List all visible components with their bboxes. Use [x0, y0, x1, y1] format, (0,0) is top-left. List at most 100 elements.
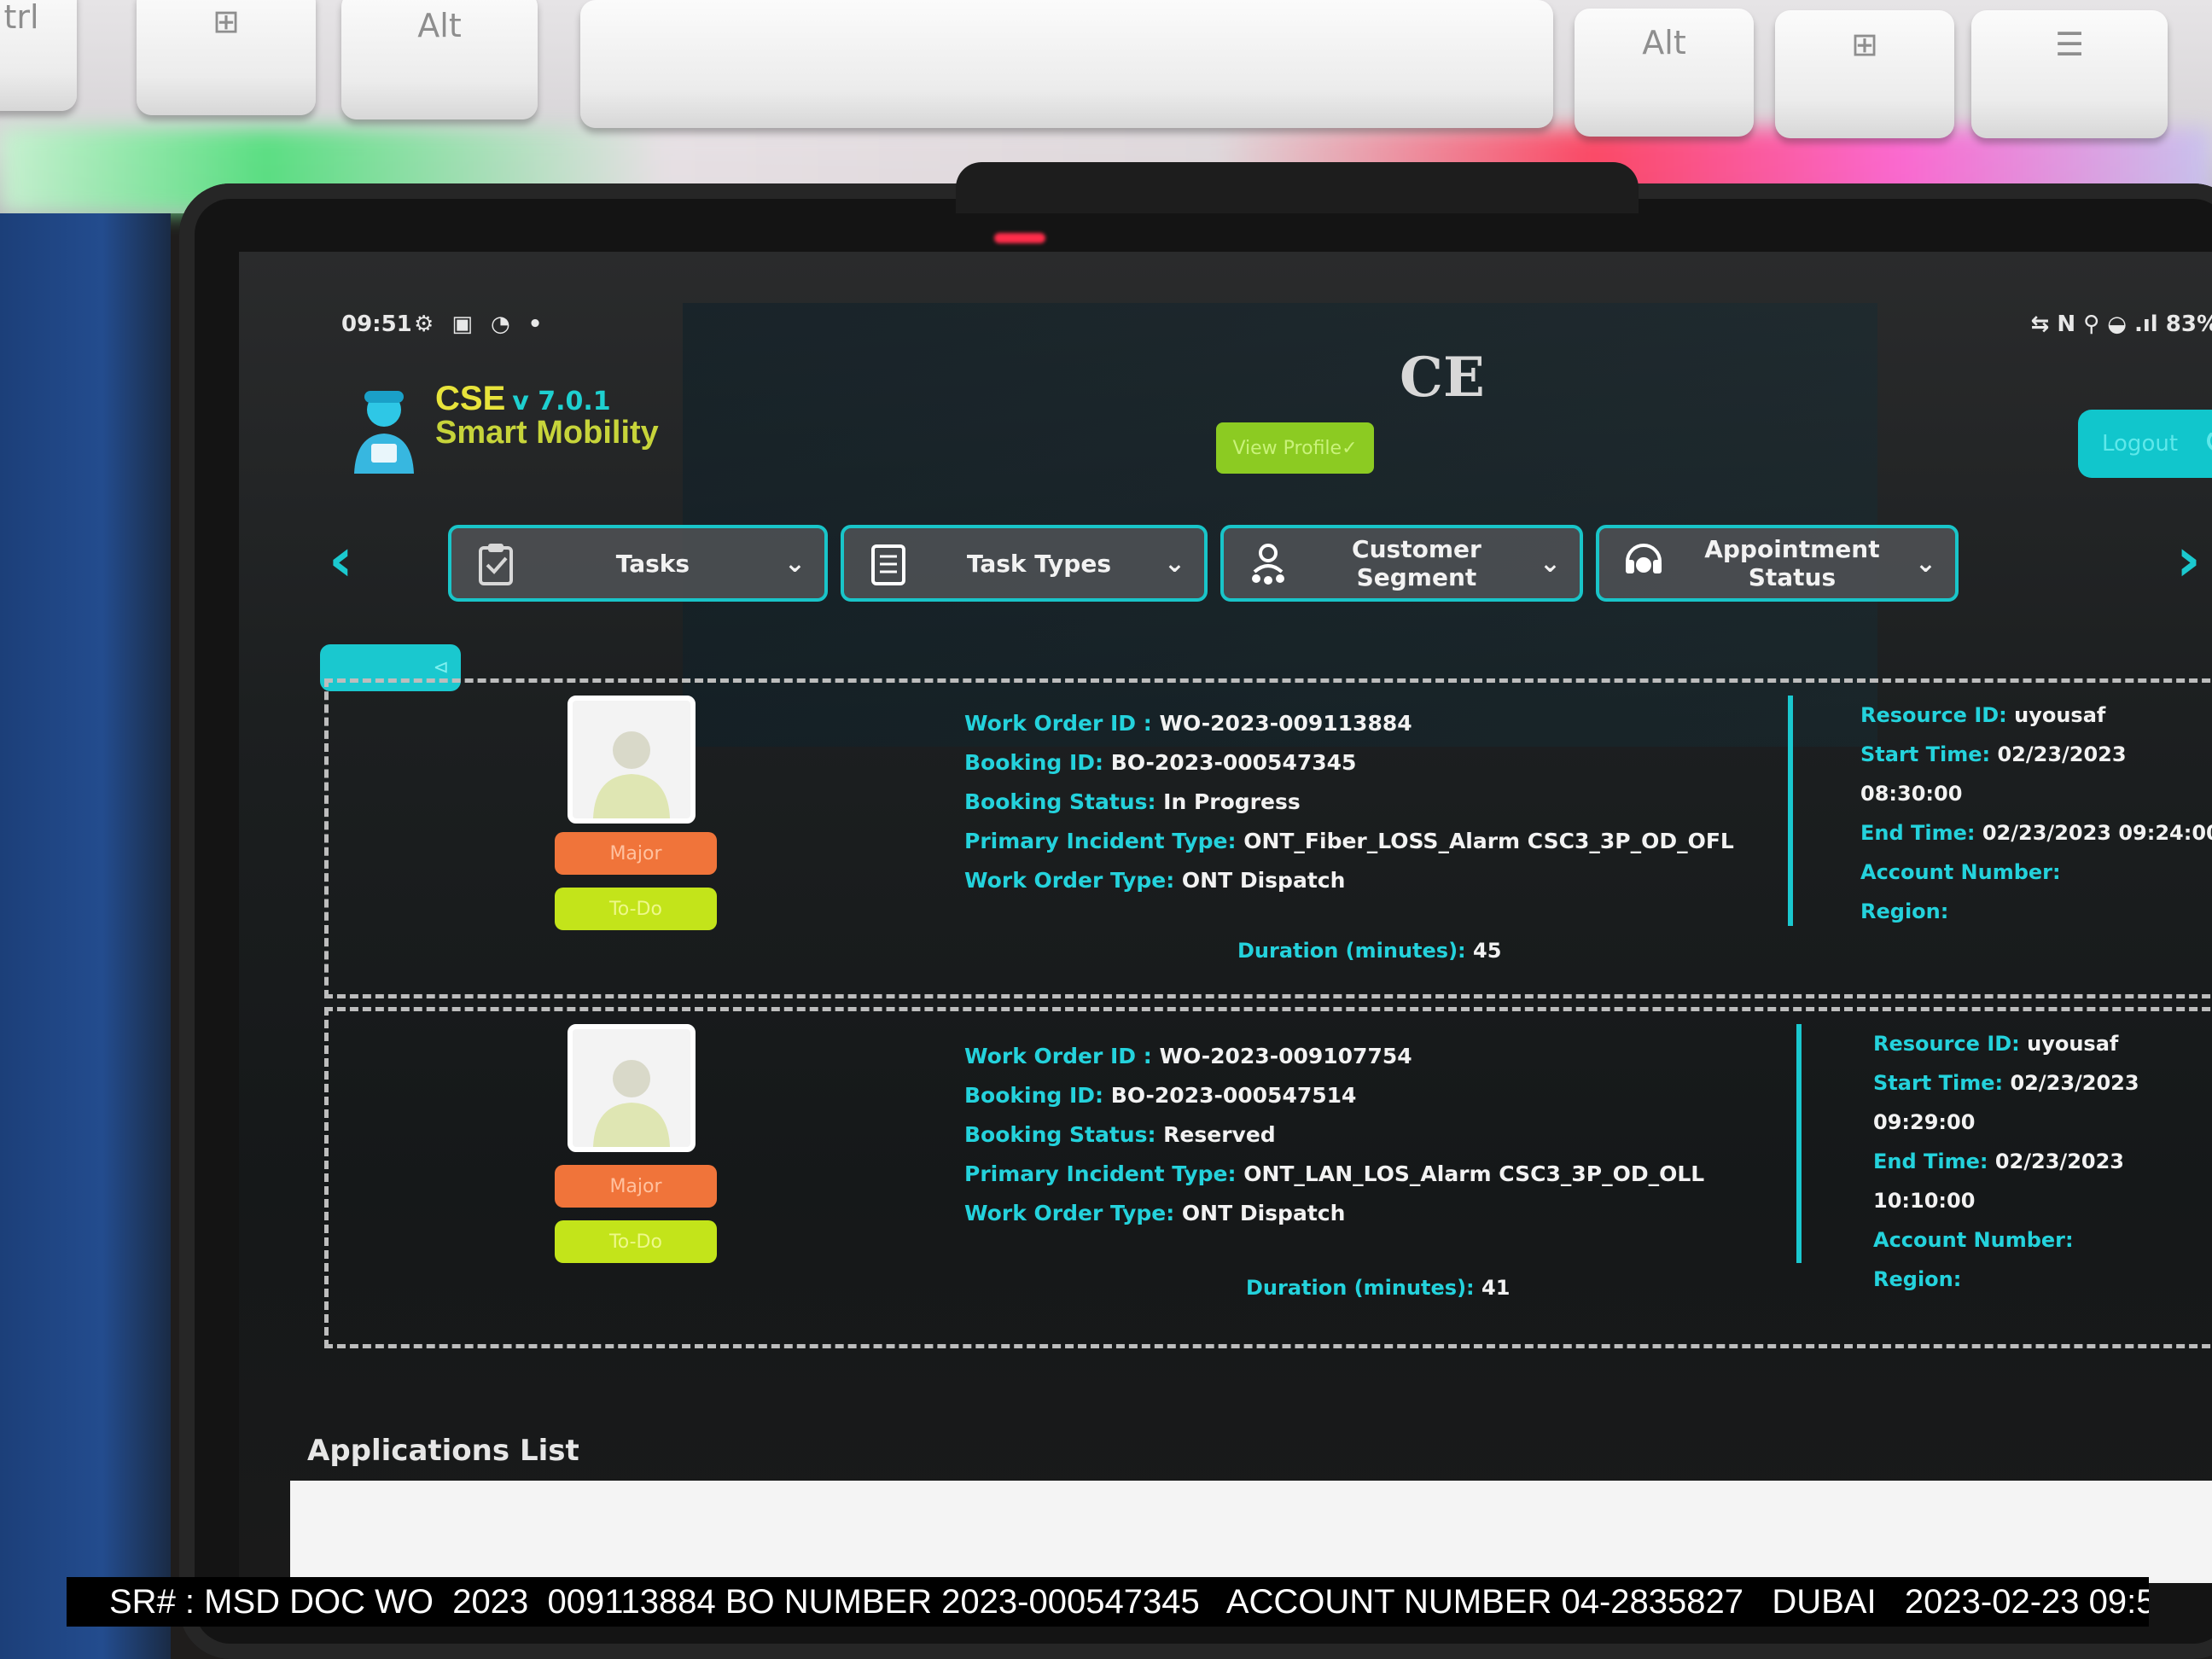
- work-order-id-row: Work Order ID : WO-2023-009107754: [964, 1037, 1704, 1076]
- status-notification-icons: ⚙ ▣ ◔ •: [414, 311, 548, 337]
- view-profile-button[interactable]: View Profile✓: [1216, 422, 1374, 474]
- work-order-type-row: Work Order Type: ONT Dispatch: [964, 861, 1734, 900]
- field-label: Start Time:: [1860, 742, 1998, 766]
- booking-status-value: In Progress: [1163, 789, 1301, 814]
- filter-label: Tasks: [615, 549, 690, 578]
- keyboard-key-alt-right: Alt: [1575, 9, 1754, 137]
- field-label: Duration (minutes):: [1237, 939, 1473, 963]
- duration-value: 41: [1481, 1276, 1511, 1300]
- keyboard-key-ctrl: trl: [0, 0, 77, 111]
- filter-appointment-status-dropdown[interactable]: Appointment Status ⌄: [1596, 525, 1959, 602]
- field-label: End Time:: [1860, 821, 1982, 845]
- keyboard-key-menu: ☰: [1971, 10, 2168, 138]
- work-order-type-row: Work Order Type: ONT Dispatch: [964, 1194, 1704, 1233]
- filter-label: Task Types: [966, 549, 1111, 578]
- filter-label: Appointment Status: [1704, 535, 1880, 591]
- users-icon: [1243, 538, 1294, 589]
- field-label: Booking ID:: [964, 750, 1111, 775]
- incident-type-row: Primary Incident Type: ONT_Fiber_LOSS_Al…: [964, 822, 1734, 861]
- work-order-id-row: Work Order ID : WO-2023-009113884: [964, 704, 1734, 743]
- field-label: Region:: [1873, 1267, 1962, 1291]
- booking-id-row: Booking ID: BO-2023-000547514: [964, 1076, 1704, 1115]
- end-time-row: End Time: 02/23/2023 10:10:00: [1873, 1142, 2212, 1220]
- field-label: Work Order Type:: [964, 868, 1182, 893]
- key-label: trl: [3, 0, 39, 36]
- field-label: End Time:: [1873, 1150, 1995, 1173]
- nav-next-arrow-icon[interactable]: ›: [2176, 525, 2201, 595]
- keyboard-key-alt-left: Alt: [341, 0, 538, 119]
- work-order-card[interactable]: Major To-Do Work Order ID : WO-2023-0091…: [324, 1007, 2212, 1348]
- start-time-row: Start Time: 02/23/2023 08:30:00: [1860, 735, 2212, 813]
- priority-badge: Major: [555, 1165, 717, 1208]
- keyboard-key-win-left: ⊞: [137, 0, 316, 115]
- clipboard-icon: [470, 538, 521, 589]
- work-order-type-value: ONT Dispatch: [1181, 1201, 1346, 1225]
- end-time-value: 02/23/2023 09:24:00: [1982, 821, 2212, 845]
- field-label: Booking Status:: [964, 789, 1164, 814]
- incident-type-row: Primary Incident Type: ONT_LAN_LOS_Alarm…: [964, 1155, 1704, 1194]
- field-label: Booking ID:: [964, 1083, 1111, 1108]
- field-label: Start Time:: [1873, 1071, 2011, 1095]
- tablet-screen: 09:51 ⚙ ▣ ◔ • ⇆ N ⚲ ◒ .ıl 83% CE CSE v 7.…: [239, 252, 2212, 1583]
- field-label: Work Order Type:: [964, 1201, 1182, 1225]
- work-order-id-value: WO-2023-009113884: [1159, 711, 1412, 736]
- booking-status-row: Booking Status: Reserved: [964, 1115, 1704, 1155]
- applications-list-heading: Applications List: [307, 1434, 579, 1468]
- incident-type-value: ONT_LAN_LOS_Alarm CSC3_3P_OD_OLL: [1243, 1161, 1705, 1186]
- keyboard-spacebar: [580, 0, 1553, 128]
- resource-details: Resource ID: uyousaf Start Time: 02/23/2…: [1873, 1024, 2212, 1299]
- photo-caption-overlay: SR# : MSD DOC WO 2023 009113884 BO NUMBE…: [67, 1577, 2149, 1627]
- resource-id-row: Resource ID: uyousaf: [1860, 696, 2212, 735]
- app-subtitle: Smart Mobility: [435, 415, 659, 451]
- duration: Duration (minutes): 45: [1237, 939, 1501, 963]
- booking-id-value: BO-2023-000547514: [1110, 1083, 1357, 1108]
- resource-id-value: uyousaf: [2027, 1032, 2119, 1056]
- key-label: Alt: [1642, 24, 1686, 61]
- work-order-id-value: WO-2023-009107754: [1159, 1044, 1412, 1068]
- region-row: Region:: [1860, 892, 2212, 931]
- chevron-down-icon: ⌄: [783, 548, 806, 579]
- field-label: Region:: [1860, 899, 1949, 923]
- field-label: Work Order ID :: [964, 1044, 1160, 1068]
- field-label: Account Number:: [1860, 860, 2061, 884]
- filter-task-types-dropdown[interactable]: Task Types ⌄: [841, 525, 1208, 602]
- app-title: CSE v 7.0.1 Smart Mobility: [435, 380, 659, 451]
- desk-surface: [0, 213, 171, 1659]
- field-label: Booking Status:: [964, 1122, 1164, 1147]
- status-battery-signal: ⇆ N ⚲ ◒ .ıl 83%: [2030, 311, 2212, 337]
- duration-value: 45: [1473, 939, 1502, 963]
- work-order-card[interactable]: Major To-Do Work Order ID : WO-2023-0091…: [324, 678, 2212, 998]
- filter-customer-segment-dropdown[interactable]: Customer Segment ⌄: [1220, 525, 1583, 602]
- camera-led: [994, 233, 1045, 243]
- keyboard-key-win-right: ⊞: [1775, 10, 1954, 138]
- work-order-details: Work Order ID : WO-2023-009113884 Bookin…: [964, 704, 1734, 900]
- booking-status-value: Reserved: [1163, 1122, 1276, 1147]
- app-version: v 7.0.1: [512, 387, 611, 416]
- filter-tasks-dropdown[interactable]: Tasks ⌄: [448, 525, 828, 602]
- applications-list-bar[interactable]: [290, 1481, 2212, 1583]
- resource-details: Resource ID: uyousaf Start Time: 02/23/2…: [1860, 696, 2212, 931]
- technician-logo-icon: [346, 384, 422, 478]
- incident-type-value: ONT_Fiber_LOSS_Alarm CSC3_3P_OD_OFL: [1243, 829, 1734, 853]
- field-label: Primary Incident Type:: [964, 829, 1244, 853]
- checklist-icon: [863, 538, 914, 589]
- field-label: Resource ID:: [1873, 1032, 2028, 1056]
- filter-label: Customer Segment: [1352, 535, 1481, 591]
- app-name: CSE: [435, 380, 506, 417]
- end-time-row: End Time: 02/23/2023 09:24:00: [1860, 813, 2212, 853]
- nav-prev-arrow-icon[interactable]: ‹: [329, 525, 353, 595]
- resource-id-row: Resource ID: uyousaf: [1873, 1024, 2212, 1063]
- field-label: Account Number:: [1873, 1228, 2074, 1252]
- logout-button[interactable]: Logout: [2078, 410, 2212, 478]
- state-badge: To-Do: [555, 1220, 717, 1263]
- avatar: [568, 1024, 696, 1152]
- booking-status-row: Booking Status: In Progress: [964, 783, 1734, 822]
- power-icon: [2203, 427, 2212, 462]
- booking-id-row: Booking ID: BO-2023-000547345: [964, 743, 1734, 783]
- start-time-row: Start Time: 02/23/2023 09:29:00: [1873, 1063, 2212, 1142]
- region-row: Region:: [1873, 1260, 2212, 1299]
- field-label: Primary Incident Type:: [964, 1161, 1244, 1186]
- tablet-camera-notch: [956, 162, 1639, 213]
- duration: Duration (minutes): 41: [1246, 1276, 1510, 1300]
- chevron-down-icon: ⌄: [1163, 548, 1185, 579]
